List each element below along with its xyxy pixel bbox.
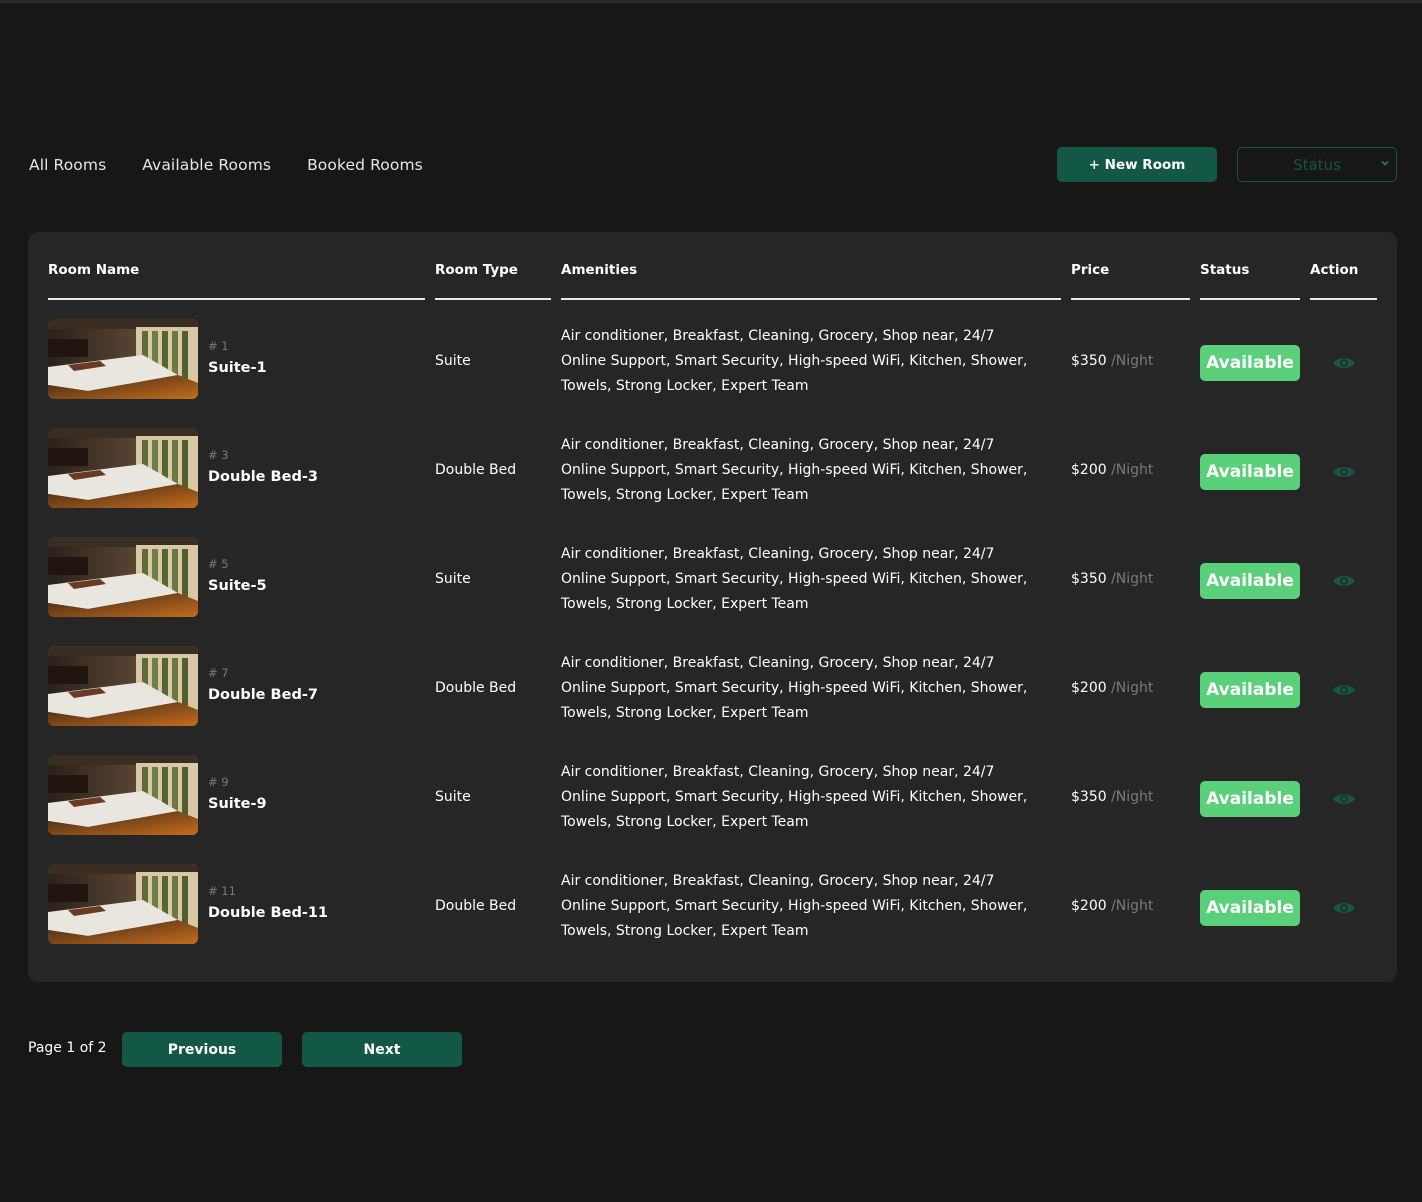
room-amenities: Air conditioner, Breakfast, Cleaning, Gr… [561,873,1028,939]
room-type: Double Bed [435,680,517,696]
top-border [0,0,1422,3]
price-unit: /Night [1106,789,1154,805]
room-price: $350 /Night [1071,571,1153,587]
eye-icon[interactable] [1332,899,1356,917]
price-unit: /Night [1106,898,1154,914]
room-amenities: Air conditioner, Breakfast, Cleaning, Gr… [561,546,1028,612]
room-amenities: Air conditioner, Breakfast, Cleaning, Gr… [561,764,1028,830]
eye-icon[interactable] [1332,572,1356,590]
status-badge: Available [1200,563,1300,599]
room-id: # 5 [208,557,229,571]
room-id: # 7 [208,666,229,680]
status-badge: Available [1200,454,1300,490]
table-row: # 11 Double Bed-11 Double Bed Air condit… [28,846,1397,955]
price-amount: $350 [1071,789,1107,805]
room-id: # 3 [208,448,229,462]
room-photo [48,646,198,726]
room-name: Double Bed-11 [208,905,329,921]
header-price-label: Price [1071,262,1110,278]
header-room-name: Room Name [48,262,425,300]
room-id: # 1 [208,339,229,353]
status-select[interactable]: Status [1237,147,1397,182]
room-type: Double Bed [435,898,517,914]
room-type: Suite [435,789,471,805]
price-amount: $200 [1071,898,1107,914]
room-photo [48,864,198,944]
room-name: Double Bed-3 [208,469,318,485]
status-badge: Available [1200,890,1300,926]
header-status: Status [1200,262,1300,300]
eye-icon[interactable] [1332,463,1356,481]
price-unit: /Night [1106,353,1154,369]
room-photo [48,428,198,508]
room-name: Suite-9 [208,796,267,812]
room-name: Suite-1 [208,360,267,376]
room-tabs: All Rooms Available Rooms Booked Rooms [29,152,423,178]
room-price: $350 /Night [1071,353,1153,369]
next-button[interactable]: Next [302,1032,462,1067]
table-row: # 3 Double Bed-3 Double Bed Air conditio… [28,410,1397,519]
header-room-type-label: Room Type [435,262,518,278]
price-unit: /Night [1106,680,1154,696]
table-row: # 5 Suite-5 Suite Air conditioner, Break… [28,519,1397,628]
chevron-down-icon [1381,160,1389,166]
room-type: Double Bed [435,462,517,478]
new-room-button[interactable]: + New Room [1057,147,1217,182]
pagination-info: Page 1 of 2 [28,1040,107,1056]
room-price: $200 /Night [1071,680,1153,696]
room-price: $200 /Night [1071,462,1153,478]
room-name: Suite-5 [208,578,267,594]
room-photo [48,537,198,617]
header-room-type: Room Type [435,262,551,300]
header-action: Action [1310,262,1377,300]
previous-button[interactable]: Previous [122,1032,282,1067]
table-row: # 9 Suite-9 Suite Air conditioner, Break… [28,737,1397,846]
room-amenities: Air conditioner, Breakfast, Cleaning, Gr… [561,437,1028,503]
room-type: Suite [435,353,471,369]
table-row: # 1 Suite-1 Suite Air conditioner, Break… [28,301,1397,410]
header-action-label: Action [1310,262,1359,278]
room-photo [48,755,198,835]
table-row: # 7 Double Bed-7 Double Bed Air conditio… [28,628,1397,737]
header-status-label: Status [1200,262,1250,278]
tab-available-rooms[interactable]: Available Rooms [142,156,271,174]
room-price: $200 /Night [1071,898,1153,914]
tab-all-rooms[interactable]: All Rooms [29,156,106,174]
header-amenities: Amenities [561,262,1061,300]
price-amount: $350 [1071,353,1107,369]
room-id: # 11 [208,884,236,898]
eye-icon[interactable] [1332,681,1356,699]
room-price: $350 /Night [1071,789,1153,805]
tab-booked-rooms[interactable]: Booked Rooms [307,156,423,174]
eye-icon[interactable] [1332,790,1356,808]
room-name: Double Bed-7 [208,687,318,703]
header-room-name-label: Room Name [48,262,140,278]
status-badge: Available [1200,345,1300,381]
room-photo [48,319,198,399]
price-unit: /Night [1106,571,1154,587]
price-amount: $200 [1071,680,1107,696]
room-id: # 9 [208,775,229,789]
header-amenities-label: Amenities [561,262,638,278]
status-badge: Available [1200,672,1300,708]
room-type: Suite [435,571,471,587]
status-badge: Available [1200,781,1300,817]
status-select-value: Status [1293,155,1341,174]
room-amenities: Air conditioner, Breakfast, Cleaning, Gr… [561,328,1028,394]
header-price: Price [1071,262,1190,300]
price-amount: $350 [1071,571,1107,587]
eye-icon[interactable] [1332,354,1356,372]
price-unit: /Night [1106,462,1154,478]
room-amenities: Air conditioner, Breakfast, Cleaning, Gr… [561,655,1028,721]
price-amount: $200 [1071,462,1107,478]
